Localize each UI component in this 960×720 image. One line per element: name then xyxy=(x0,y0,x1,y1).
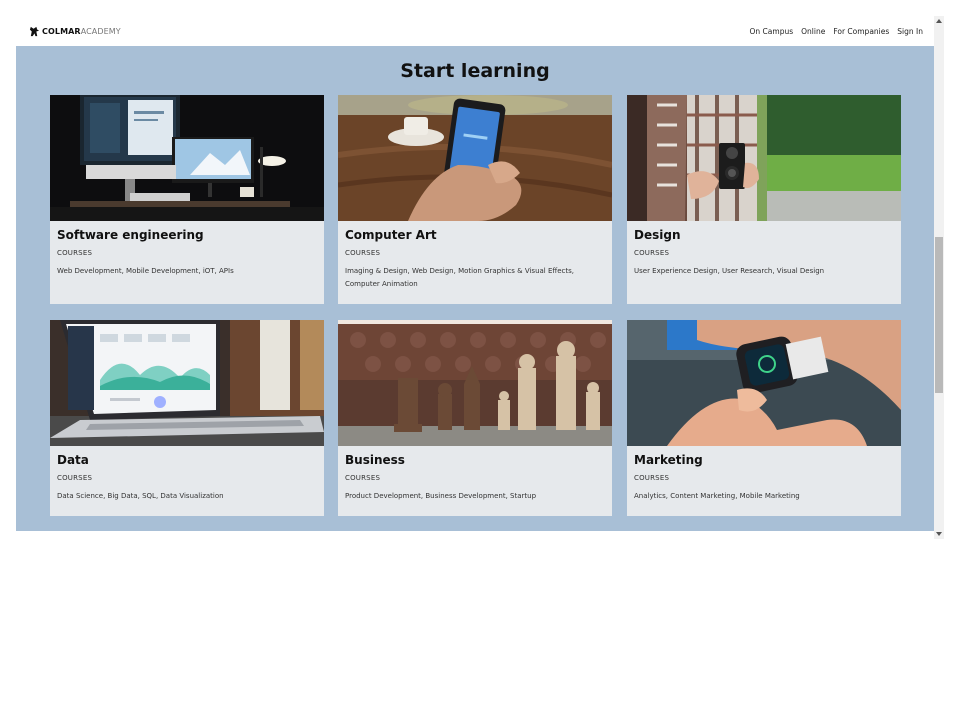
vertical-scrollbar[interactable] xyxy=(934,16,944,539)
logo-text-light: ACADEMY xyxy=(80,26,121,36)
card-description: User Experience Design, User Research, V… xyxy=(634,267,825,275)
card-image xyxy=(627,320,901,446)
page-container: COLMAR ACADEMY On Campus Online For Compa… xyxy=(16,16,934,531)
lion-logo-icon xyxy=(29,26,40,36)
top-navigation-bar: COLMAR ACADEMY On Campus Online For Compa… xyxy=(16,16,934,46)
card-title: Software engineering xyxy=(57,228,204,242)
phone-hand-image xyxy=(338,95,612,221)
nav-for-companies[interactable]: For Companies xyxy=(833,27,889,36)
smartwatch-image xyxy=(627,320,901,446)
card-category: COURSES xyxy=(57,249,93,257)
card-category: COURSES xyxy=(57,474,93,482)
course-card-computer-art[interactable]: Computer Art COURSES Imaging & Design, W… xyxy=(338,95,612,304)
card-description: Web Development, Mobile Development, iOT… xyxy=(57,267,234,275)
course-card-design[interactable]: Design COURSES User Experience Design, U… xyxy=(627,95,901,304)
course-card-business[interactable]: Business COURSES Product Development, Bu… xyxy=(338,320,612,516)
laptop-dashboard-image xyxy=(50,320,324,446)
scroll-down-arrow-icon[interactable] xyxy=(936,532,942,536)
nav-sign-in[interactable]: Sign In xyxy=(897,27,923,36)
scroll-up-arrow-icon[interactable] xyxy=(936,19,942,23)
nav-online[interactable]: Online xyxy=(801,27,825,36)
camera-person-image xyxy=(627,95,901,221)
logo-text-bold: COLMAR xyxy=(42,26,81,36)
course-card-software-engineering[interactable]: Software engineering COURSES Web Develop… xyxy=(50,95,324,304)
section-title: Start learning xyxy=(400,60,550,82)
card-image xyxy=(627,95,901,221)
card-title: Marketing xyxy=(634,453,703,467)
card-description: Product Development, Business Developmen… xyxy=(345,492,537,500)
course-card-data[interactable]: Data COURSES Data Science, Big Data, SQL… xyxy=(50,320,324,516)
card-description: Data Science, Big Data, SQL, Data Visual… xyxy=(57,492,224,500)
card-image xyxy=(338,95,612,221)
logo[interactable]: COLMAR ACADEMY xyxy=(29,26,121,37)
card-image xyxy=(338,320,612,446)
card-image xyxy=(50,95,324,221)
desk-computers-image xyxy=(50,95,324,221)
scrollbar-thumb[interactable] xyxy=(935,237,943,393)
card-title: Business xyxy=(345,453,405,467)
card-image xyxy=(50,320,324,446)
nav-on-campus[interactable]: On Campus xyxy=(750,27,794,36)
chess-pieces-image xyxy=(338,320,612,446)
card-category: COURSES xyxy=(634,474,670,482)
card-title: Data xyxy=(57,453,89,467)
card-description: Imaging & Design, Web Design, Motion Gra… xyxy=(345,267,574,288)
main-nav: On Campus Online For Companies Sign In xyxy=(742,27,923,36)
card-description: Analytics, Content Marketing, Mobile Mar… xyxy=(634,492,800,500)
course-card-marketing[interactable]: Marketing COURSES Analytics, Content Mar… xyxy=(627,320,901,516)
card-title: Design xyxy=(634,228,681,242)
card-category: COURSES xyxy=(634,249,670,257)
card-category: COURSES xyxy=(345,249,381,257)
card-title: Computer Art xyxy=(345,228,437,242)
card-category: COURSES xyxy=(345,474,381,482)
